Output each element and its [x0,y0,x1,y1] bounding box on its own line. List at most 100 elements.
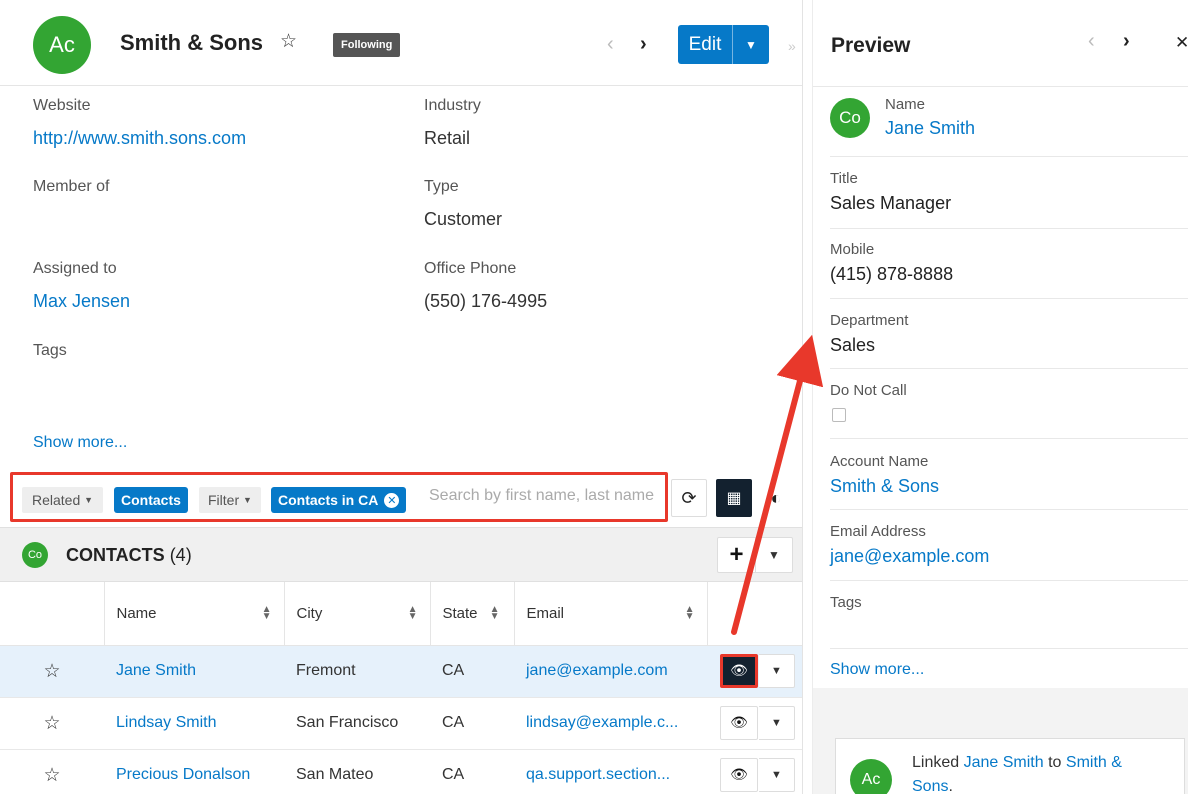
record-header: Ac Smith & Sons ☆ Following ‹ › Edit ▼ » [0,0,803,86]
preview-eye-icon[interactable]: 👁 [720,757,758,792]
edit-button[interactable]: Edit [678,34,732,56]
preview-pane: Preview ‹ › ✕ Co Name Jane Smith Title S… [813,0,1188,794]
row-actions-cell: 👁 ▼ [707,645,803,698]
column-header-state-label: State [442,604,478,622]
contact-email-cell[interactable]: jane@example.com [514,645,707,698]
contact-state-cell: CA [430,749,514,794]
contact-name-cell[interactable]: Precious Donalson [104,749,284,794]
department-value: Sales [830,335,876,355]
toggle-sidebar-icon[interactable]: » [788,38,796,54]
star-column-header [0,582,104,646]
activity-stream-icon[interactable]: ◐ [756,479,796,517]
contact-avatar: Co [830,98,870,138]
create-button-group[interactable]: + ▼ [717,537,793,573]
sort-icon: ▲ ▼ [489,604,500,622]
row-actions-cell: 👁 ▼ [707,697,803,750]
preview-eye-icon[interactable]: 👁 [720,705,758,740]
contact-city-cell: Fremont [284,645,430,698]
subpanel-filter-bar: Related ▼ Contacts Filter ▼ Contacts in … [10,472,668,522]
email-address-link[interactable]: jane@example.com [830,546,989,567]
favorite-star-icon[interactable]: ☆ [0,697,104,750]
edit-button-group[interactable]: Edit ▼ [678,25,769,64]
column-header-state[interactable]: State ▲ ▼ [429,582,514,646]
favorite-star-icon[interactable]: ☆ [0,645,104,698]
row-actions-caret-down-icon[interactable]: ▼ [759,705,795,740]
name-link[interactable]: Jane Smith [885,118,975,139]
actions-column-header [706,582,803,646]
row-actions-caret-down-icon[interactable]: ▼ [759,653,795,688]
divider [830,580,1188,581]
activity-account-avatar: Ac [850,759,892,794]
contact-city-cell: San Francisco [284,697,430,750]
activity-contact-link[interactable]: Jane Smith [964,754,1044,771]
contact-email-cell[interactable]: qa.support.section... [514,749,707,794]
active-filter-label: Contacts in CA [278,492,379,508]
name-label: Name [885,96,926,113]
contacts-subpanel-header[interactable]: Co CONTACTS (4) + ▼ [0,527,803,582]
do-not-call-label: Do Not Call [830,382,907,399]
title-label: Title [830,170,858,187]
contact-name-link[interactable]: Precious Donalson [116,766,250,783]
preview-next-chevron-right-icon[interactable]: › [1123,30,1130,53]
preview-previous-chevron-left-icon[interactable]: ‹ [1088,30,1095,53]
activity-middle: to [1048,754,1062,771]
favorite-star-icon[interactable]: ☆ [280,30,297,53]
pane-divider[interactable] [802,0,803,794]
contact-name-link[interactable]: Jane Smith [116,662,196,679]
related-dropdown[interactable]: Related ▼ [22,487,104,513]
plus-icon[interactable]: + [718,541,755,569]
industry-value: Retail [424,128,471,148]
website-link[interactable]: http://www.smith.sons.com [33,128,246,149]
contact-state-cell: CA [430,645,514,698]
caret-down-icon: ▼ [84,495,94,505]
subpanel-title-text: CONTACTS [66,545,165,565]
assigned-to-link[interactable]: Max Jensen [33,291,130,312]
contact-name-cell[interactable]: Lindsay Smith [104,697,284,750]
account-name-link[interactable]: Smith & Sons [830,476,939,497]
contact-email-link[interactable]: lindsay@example.c... [526,714,678,731]
table-row[interactable]: ☆ Jane Smith Fremont CA jane@example.com… [0,645,803,698]
preview-eye-icon[interactable]: 👁 [720,653,758,688]
column-header-city-label: City [296,604,323,622]
activity-account-link-cont[interactable]: Sons [912,778,948,794]
contact-email-link[interactable]: qa.support.section... [526,766,670,783]
contact-email-link[interactable]: jane@example.com [526,662,668,679]
row-actions-cell: 👁 ▼ [707,749,803,794]
activity-item: Ac Linked Jane Smith to Smith & Sons. [835,738,1185,794]
column-header-name-label: Name [116,604,157,622]
remove-filter-close-icon[interactable]: ✕ [384,492,400,508]
table-row[interactable]: ☆ Precious Donalson San Mateo CA qa.supp… [0,749,803,794]
activity-prefix: Linked [912,754,960,771]
related-module-pill[interactable]: Contacts [114,487,188,513]
edit-actions-caret-down-icon[interactable]: ▼ [733,38,769,52]
divider [830,298,1188,299]
previous-record-chevron-left-icon[interactable]: ‹ [607,33,614,56]
account-name-label: Account Name [830,453,929,470]
row-actions-caret-down-icon[interactable]: ▼ [759,757,795,792]
do-not-call-checkbox [832,408,846,422]
create-caret-down-icon[interactable]: ▼ [754,538,792,572]
close-preview-close-icon[interactable]: ✕ [1175,33,1188,53]
column-header-email[interactable]: Email ▲ ▼ [513,582,707,646]
next-record-chevron-right-icon[interactable]: › [640,33,647,56]
preview-show-more-link[interactable]: Show more... [830,661,924,679]
contact-name-cell[interactable]: Jane Smith [104,645,284,698]
list-view-grid-icon[interactable]: ▦ [716,479,752,517]
website-label: Website [33,97,91,114]
favorite-star-icon[interactable]: ☆ [0,749,104,794]
show-more-link[interactable]: Show more... [33,434,127,452]
filter-dropdown[interactable]: Filter ▼ [199,487,261,513]
column-header-email-label: Email [526,604,565,622]
contact-email-cell[interactable]: lindsay@example.c... [514,697,707,750]
search-input[interactable]: Search by first name, last name [429,487,659,505]
refresh-icon[interactable]: ⟳ [671,479,707,517]
following-badge[interactable]: Following [333,33,401,57]
contact-name-link[interactable]: Lindsay Smith [116,714,217,731]
activity-account-link[interactable]: Smith & [1066,754,1122,771]
active-filter-pill[interactable]: Contacts in CA ✕ [271,487,407,513]
table-row[interactable]: ☆ Lindsay Smith San Francisco CA lindsay… [0,697,803,750]
column-header-name[interactable]: Name ▲ ▼ [103,582,284,646]
sort-icon: ▲ ▼ [684,604,695,622]
column-header-city[interactable]: City ▲ ▼ [283,582,430,646]
divider [830,368,1188,369]
